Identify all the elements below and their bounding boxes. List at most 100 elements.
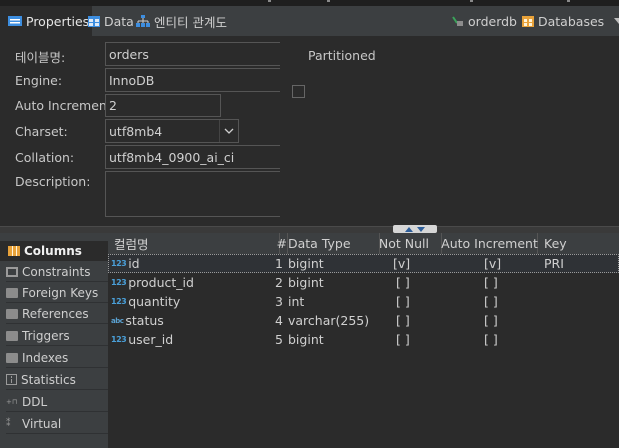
sidebar-item-label: Indexes <box>22 350 69 365</box>
cell-num[interactable]: 4 <box>268 311 283 330</box>
cell-num[interactable]: 1 <box>268 254 283 273</box>
chevron-down-icon[interactable] <box>219 120 238 142</box>
cell-key[interactable]: PRI <box>544 254 564 273</box>
table-name-field[interactable]: orders <box>105 42 280 66</box>
sidebar-item-label: DDL <box>22 394 48 409</box>
cell-type[interactable]: bigint <box>288 254 324 273</box>
cell-name[interactable]: 123 id <box>111 254 140 273</box>
cell-auto-inc[interactable]: [ ] <box>484 330 498 349</box>
cell-num[interactable]: 3 <box>268 292 283 311</box>
cell-num[interactable]: 2 <box>268 273 283 292</box>
cell-text: 5 <box>275 332 283 347</box>
tab-er-diagram[interactable]: 엔티티 관계도 <box>136 6 227 36</box>
sidebar-item-label: References <box>22 306 89 321</box>
column-header-name[interactable]: 컬럼명 <box>108 233 280 254</box>
sidebar-item-columns[interactable]: Columns <box>0 241 108 261</box>
cell-auto-inc[interactable]: [ ] <box>484 311 498 330</box>
sidebar-item-triggers[interactable]: Triggers <box>6 326 108 346</box>
database-badge[interactable]: orderdb <box>452 6 517 36</box>
table-row[interactable]: 123 user_id 5 bigint [ ] [ ] <box>108 330 619 349</box>
column-header-num[interactable]: # <box>276 233 288 254</box>
engine-field[interactable]: InnoDB <box>105 68 280 92</box>
cell-auto-inc[interactable]: [ ] <box>484 273 498 292</box>
cell-text: quantity <box>128 294 181 309</box>
editor-tab-bar: Properties Data 엔티티 관계도 orderdb Database… <box>0 6 619 37</box>
cell-auto-inc[interactable]: [ ] <box>484 292 498 311</box>
charset-label: Charset: <box>15 124 68 139</box>
triggers-icon <box>6 330 18 341</box>
cell-not-null[interactable]: [ ] <box>396 292 410 311</box>
auto-increment-label: Auto Increment: <box>15 98 116 113</box>
databases-label: Databases <box>538 13 605 29</box>
table-name-label: 테이블명: <box>15 50 66 65</box>
number-type-icon: 123 <box>111 297 127 306</box>
cell-not-null[interactable]: [ ] <box>396 273 410 292</box>
statistics-icon <box>6 374 17 385</box>
sidebar-item-virtual[interactable]: ⁑ Virtual <box>6 414 108 434</box>
cell-text: 4 <box>275 313 283 328</box>
cell-name[interactable]: 123 user_id <box>111 330 173 349</box>
cell-not-null[interactable]: [v] <box>393 254 410 273</box>
table-row[interactable]: 123 id 1 bigint [v] [v] PRI <box>108 254 619 273</box>
cell-type[interactable]: varchar(255) <box>288 311 369 330</box>
table-name-value: orders <box>109 46 149 62</box>
tab-data[interactable]: Data <box>88 6 134 36</box>
cell-name[interactable]: 123 quantity <box>111 292 180 311</box>
collation-field[interactable]: utf8mb4_0900_ai_ci <box>105 145 280 169</box>
strip-mark <box>470 0 473 2</box>
header-label: # <box>276 236 287 251</box>
header-label: 컬럼명 <box>114 237 149 252</box>
table-row[interactable]: 123 product_id 2 bigint [ ] [ ] <box>108 273 619 292</box>
cell-type[interactable]: int <box>288 292 304 311</box>
arrow-down-icon <box>417 226 425 232</box>
cell-text: 2 <box>275 275 283 290</box>
references-icon <box>6 308 18 319</box>
cell-type[interactable]: bigint <box>288 330 324 349</box>
column-header-type[interactable]: Data Type <box>288 233 380 254</box>
cell-not-null[interactable]: [ ] <box>396 311 410 330</box>
chevron-down-icon[interactable] <box>614 18 619 24</box>
cell-name[interactable]: 123 product_id <box>111 273 194 292</box>
tab-properties[interactable]: Properties <box>0 6 92 36</box>
tab-er-diagram-label: 엔티티 관계도 <box>154 14 227 30</box>
cell-type[interactable]: bigint <box>288 273 324 292</box>
databases-folder-icon <box>522 15 534 27</box>
cell-not-null[interactable]: [ ] <box>396 330 410 349</box>
table-row[interactable]: abc status 4 varchar(255) [ ] [ ] <box>108 311 619 330</box>
strip-mark <box>567 0 570 2</box>
cell-text: [ ] <box>484 275 498 290</box>
sidebar-item-foreign-keys[interactable]: Foreign Keys <box>6 283 108 303</box>
cell-num[interactable]: 5 <box>268 330 283 349</box>
cell-auto-inc[interactable]: [v] <box>484 254 501 273</box>
column-header-key[interactable]: Key <box>538 233 619 254</box>
engine-label: Engine: <box>15 73 63 88</box>
tab-data-label: Data <box>104 13 134 29</box>
databases-menu[interactable]: Databases <box>522 6 619 36</box>
strip-mark <box>268 0 271 2</box>
sidebar-item-constraints[interactable]: Constraints <box>6 262 108 282</box>
sidebar-item-indexes[interactable]: Indexes <box>6 348 108 368</box>
cell-name[interactable]: abc status <box>111 311 164 330</box>
panel-splitter[interactable] <box>0 226 619 233</box>
cell-text: bigint <box>288 332 324 347</box>
charset-select[interactable]: utf8mb4 <box>105 119 239 143</box>
editor-sidebar: Columns Constraints Foreign Keys Referen… <box>0 233 108 448</box>
description-field[interactable] <box>105 171 280 217</box>
sidebar-item-label: Virtual <box>22 416 62 431</box>
cell-text: [v] <box>393 256 411 271</box>
sidebar-item-ddl[interactable]: +⊓ DDL <box>6 392 108 412</box>
auto-increment-field[interactable]: 2 <box>105 94 221 117</box>
cell-text: bigint <box>288 256 324 271</box>
table-row[interactable]: 123 quantity 3 int [ ] [ ] <box>108 292 619 311</box>
cell-text: id <box>128 256 140 271</box>
partitioned-checkbox[interactable] <box>292 85 305 98</box>
splitter-handle[interactable] <box>393 225 437 233</box>
collation-value: utf8mb4_0900_ai_ci <box>109 149 235 165</box>
sidebar-item-references[interactable]: References <box>6 304 108 324</box>
column-header-notnull[interactable]: Not Null <box>379 233 442 254</box>
sidebar-item-statistics[interactable]: Statistics <box>6 370 108 390</box>
database-badge-label: orderdb <box>468 13 517 29</box>
properties-icon <box>8 16 22 26</box>
auto-increment-value: 2 <box>109 98 117 113</box>
column-header-autoinc[interactable]: Auto Increment <box>441 233 538 254</box>
